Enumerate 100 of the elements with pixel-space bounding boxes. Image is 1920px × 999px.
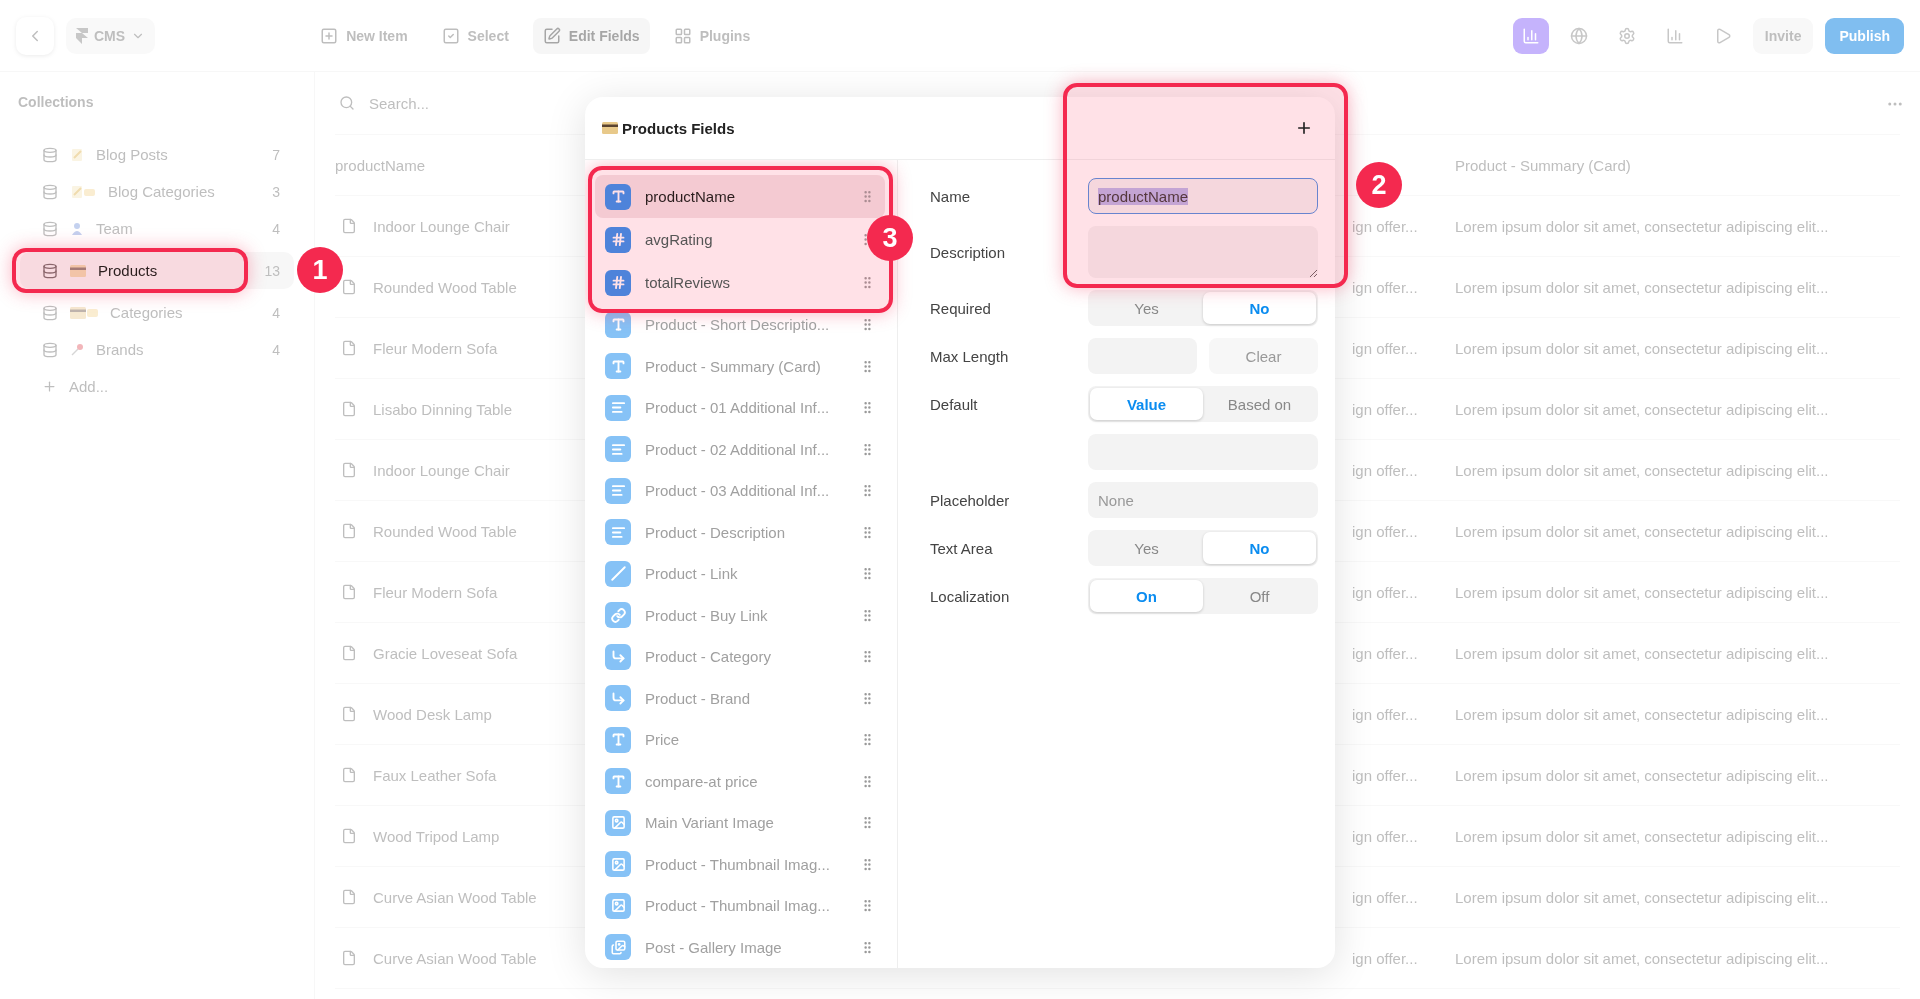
collection-name: Blog Categories [108, 183, 215, 200]
clear-button[interactable]: Clear [1209, 338, 1318, 374]
field-item[interactable]: Product - Buy Link [595, 594, 885, 636]
collection-item[interactable]: Products 13 [20, 252, 294, 289]
paragraph-icon [610, 483, 626, 499]
segment-option[interactable]: No [1203, 292, 1316, 324]
field-item[interactable]: Product - Thumbnail Imag... [595, 885, 885, 927]
field-item[interactable]: Product - Category [595, 636, 885, 678]
column-header[interactable]: Product - Summary (Card) [1455, 156, 1900, 174]
segment-option[interactable]: No [1203, 532, 1316, 564]
field-item[interactable]: Main Variant Image [595, 802, 885, 844]
invite-button[interactable]: Invite [1752, 17, 1814, 54]
segment-option[interactable]: Yes [1090, 292, 1203, 324]
table-cell-text: Lorem ipsum dolor sit amet, consectetur adipiscing elit... [1455, 217, 1830, 235]
field-item[interactable]: Price [595, 719, 885, 761]
paragraph-icon [610, 441, 626, 457]
field-name: compare-at price [645, 772, 758, 790]
checkbox-icon [441, 26, 460, 45]
field-item[interactable]: Product - Brand [595, 677, 885, 719]
hash-icon [610, 275, 626, 290]
table-cell: Wood Desk Lamp [373, 705, 492, 723]
sidebar-title: Collections [18, 94, 95, 112]
segment-option[interactable]: Based on [1203, 388, 1316, 420]
file-icon [341, 828, 357, 844]
item-count: 4 [272, 341, 280, 358]
field-item[interactable]: Product - Summary (Card) [595, 345, 885, 387]
table-cell-text: ign offer... [1352, 522, 1419, 540]
segment-option[interactable]: Value [1090, 388, 1203, 420]
text-field[interactable]: productName [1088, 178, 1318, 214]
image-icon [610, 815, 626, 831]
file-icon [341, 401, 357, 417]
collection-item[interactable]: Blog Categories 3 [20, 173, 294, 210]
image-icon [610, 898, 626, 914]
setting-label: Name [930, 187, 971, 205]
table-cell: Fleur Modern Sofa [373, 339, 498, 357]
database-icon [42, 220, 58, 237]
collection-name: Team [96, 220, 133, 237]
publish-button[interactable]: Publish [1825, 17, 1904, 54]
file-icon [341, 279, 357, 295]
setting-label: Text Area [930, 539, 994, 557]
field-item[interactable]: Product - Short Descriptio... [595, 304, 885, 346]
field-item[interactable]: Post - Gallery Image [595, 926, 885, 968]
field-item[interactable]: Product - Description [595, 511, 885, 553]
search-icon [339, 95, 355, 111]
toolbar-button[interactable]: New Item [310, 17, 418, 54]
field-name: Product - Link [645, 565, 738, 583]
field-name: Product - Buy Link [645, 606, 768, 624]
field-item[interactable]: Product - 02 Additional Inf... [595, 428, 885, 470]
table-cell-text: ign offer... [1352, 949, 1419, 967]
link-icon [610, 607, 626, 623]
field-item[interactable]: Product - Thumbnail Imag... [595, 843, 885, 885]
table-cell-text: Lorem ipsum dolor sit amet, consectetur adipiscing elit... [1455, 400, 1830, 418]
field-item[interactable]: compare-at price [595, 760, 885, 802]
field-item[interactable]: Product - 03 Additional Inf... [595, 470, 885, 512]
logo-icon [76, 27, 88, 44]
field-item[interactable]: productName [595, 175, 885, 218]
field-name: Product - Thumbnail Imag... [645, 897, 830, 915]
field-item[interactable]: Product - Link [595, 553, 885, 595]
add-icon[interactable] [1295, 119, 1313, 137]
field-item[interactable]: Product - 01 Additional Inf... [595, 387, 885, 429]
collection-item[interactable]: Blog Posts 7 [20, 136, 294, 173]
field-name: Product - Category [645, 648, 771, 666]
collection-item[interactable]: Team 4 [20, 210, 294, 247]
toolbar-button[interactable]: Select [431, 17, 519, 54]
setting-label: Placeholder [930, 491, 1011, 509]
text-type-icon [610, 317, 626, 333]
table-cell: Rounded Wood Table [373, 522, 517, 540]
cms-button[interactable] [1512, 17, 1549, 54]
slash-icon [610, 566, 626, 582]
description-field[interactable] [1088, 226, 1318, 278]
file-icon [341, 218, 357, 234]
file-icon [341, 462, 357, 478]
database-icon [42, 262, 58, 279]
collection-item[interactable]: Categories 4 [20, 294, 294, 331]
file-icon [341, 645, 357, 661]
collection-name: Categories [110, 304, 183, 321]
table-cell: Curve Asian Wood Table [373, 888, 537, 906]
collection-item[interactable]: Brands 4 [20, 331, 294, 368]
text-field[interactable]: None [1088, 482, 1318, 518]
table-cell-text: Lorem ipsum dolor sit amet, consectetur adipiscing elit... [1455, 766, 1830, 784]
toolbar-button[interactable]: Plugins [663, 17, 761, 54]
toolbar-button[interactable]: Edit Fields [532, 17, 650, 54]
table-cell: Indoor Lounge Chair [373, 217, 510, 235]
table-cell-text: ign offer... [1352, 400, 1419, 418]
table-cell: Curve Asian Wood Table [373, 949, 537, 967]
field-item[interactable]: totalReviews [595, 261, 885, 304]
paragraph-icon [610, 524, 626, 540]
table-cell-text: Lorem ipsum dolor sit amet, consectetur adipiscing elit... [1455, 644, 1830, 662]
segment-option[interactable]: Yes [1090, 532, 1203, 564]
item-count: 7 [272, 146, 280, 163]
add-collection[interactable]: Add... [20, 368, 294, 405]
text-type-icon [610, 358, 626, 374]
table-cell-text: ign offer... [1352, 217, 1419, 235]
edit-icon [542, 26, 561, 45]
arrow-icon [610, 649, 626, 665]
project-menu[interactable]: CMS [66, 17, 156, 54]
item-count: 3 [272, 183, 280, 200]
segment-option[interactable]: Off [1203, 580, 1316, 612]
callout-badge: 2 [1356, 162, 1402, 208]
segment-option[interactable]: On [1090, 580, 1203, 612]
